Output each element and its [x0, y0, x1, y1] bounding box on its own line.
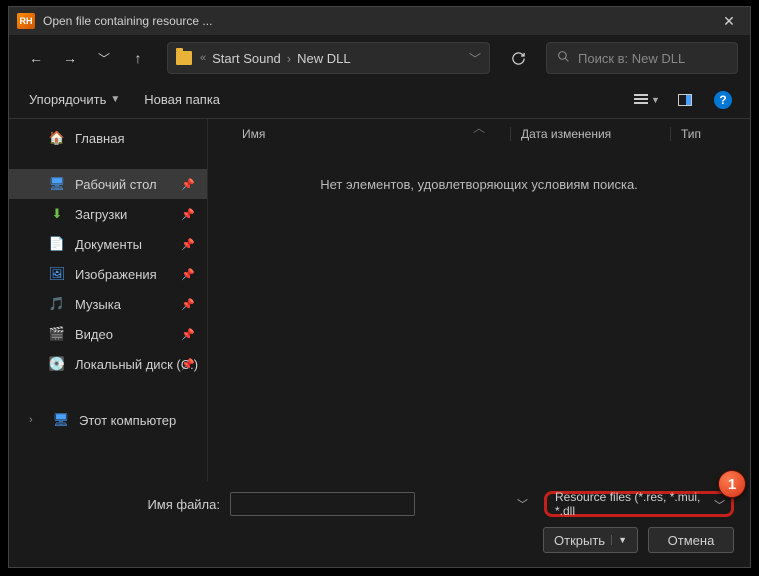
home-icon: 🏠	[49, 130, 65, 146]
toolbar: Упорядочить▼ Новая папка ▼ ?	[9, 81, 750, 119]
sidebar-item-documents[interactable]: 📄 Документы 📌	[9, 229, 207, 259]
pin-icon: 📌	[181, 358, 195, 371]
chevron-down-icon[interactable]: ﹀	[517, 496, 528, 512]
computer-icon: 🖥	[53, 412, 69, 428]
up-button[interactable]: ↑	[123, 43, 153, 73]
search-icon	[557, 50, 570, 66]
column-header-type[interactable]: Тип	[670, 127, 750, 141]
column-header-date[interactable]: Дата изменения	[510, 127, 670, 141]
sidebar-item-music[interactable]: 🎵 Музыка 📌	[9, 289, 207, 319]
music-icon: 🎵	[49, 296, 65, 312]
close-button[interactable]: ✕	[708, 7, 750, 35]
chevron-right-icon: ›	[29, 414, 43, 426]
sidebar-item-label: Изображения	[75, 267, 157, 282]
sidebar-item-local-disk[interactable]: 💽 Локальный диск (C:) 📌	[9, 349, 207, 379]
new-folder-button[interactable]: Новая папка	[136, 86, 228, 114]
sidebar-item-label: Музыка	[75, 297, 121, 312]
organize-button[interactable]: Упорядочить▼	[21, 86, 128, 114]
pin-icon: 📌	[181, 268, 195, 281]
preview-pane-button[interactable]	[670, 86, 700, 114]
title-bar: RH Open file containing resource ... ✕	[9, 7, 750, 35]
downloads-icon: ⬇	[49, 206, 65, 222]
drive-icon: 💽	[49, 356, 65, 372]
search-placeholder: Поиск в: New DLL	[578, 51, 685, 66]
annotation-callout-1: 1	[718, 470, 746, 498]
pin-icon: 📌	[181, 238, 195, 251]
app-icon: RH	[17, 13, 35, 29]
sidebar-item-downloads[interactable]: ⬇ Загрузки 📌	[9, 199, 207, 229]
file-type-filter-dropdown[interactable]: Resource files (*.res, *.mui, *.dll ﹀	[544, 491, 734, 517]
window-title: Open file containing resource ...	[43, 14, 708, 28]
video-icon: 🎬	[49, 326, 65, 342]
empty-folder-message: Нет элементов, удовлетворяющих условиям …	[208, 149, 750, 220]
breadcrumb-separator: ›	[287, 51, 291, 66]
dialog-buttons: Открыть▼ Отмена	[25, 527, 734, 553]
pin-icon: 📌	[181, 328, 195, 341]
chevron-down-icon: ﹀	[714, 497, 725, 513]
open-button[interactable]: Открыть▼	[543, 527, 638, 553]
sidebar-item-label: Рабочий стол	[75, 177, 157, 192]
pictures-icon: 🖼	[49, 266, 65, 282]
view-mode-button[interactable]: ▼	[632, 86, 662, 114]
sidebar-item-desktop[interactable]: 🖥 Рабочий стол 📌	[9, 169, 207, 199]
filter-selected-label: Resource files (*.res, *.mui, *.dll	[555, 490, 711, 518]
open-file-dialog: RH Open file containing resource ... ✕ ←…	[8, 6, 751, 568]
footer: Имя файла: ﹀ Resource files (*.res, *.mu…	[9, 481, 750, 567]
sidebar-item-label: Главная	[75, 131, 124, 146]
address-dropdown-icon[interactable]: ﹀	[469, 50, 481, 67]
sidebar-item-video[interactable]: 🎬 Видео 📌	[9, 319, 207, 349]
sidebar-item-label: Загрузки	[75, 207, 127, 222]
pin-icon: 📌	[181, 178, 195, 191]
sidebar-item-label: Документы	[75, 237, 142, 252]
sidebar-item-home[interactable]: 🏠 Главная	[9, 123, 207, 153]
desktop-icon: 🖥	[49, 176, 65, 192]
pin-icon: 📌	[181, 298, 195, 311]
cancel-button[interactable]: Отмена	[648, 527, 734, 553]
breadcrumb-current[interactable]: New DLL	[297, 51, 350, 66]
sidebar-item-label: Этот компьютер	[79, 413, 176, 428]
forward-button[interactable]: →	[55, 43, 85, 73]
back-button[interactable]: ←	[21, 43, 51, 73]
sidebar-item-label: Видео	[75, 327, 113, 342]
pin-icon: 📌	[181, 208, 195, 221]
filename-row: Имя файла: ﹀ Resource files (*.res, *.mu…	[25, 491, 734, 517]
documents-icon: 📄	[49, 236, 65, 252]
sidebar: 🏠 Главная 🖥 Рабочий стол 📌 ⬇ Загрузки 📌 …	[9, 119, 208, 481]
preview-pane-icon	[678, 94, 692, 106]
body-area: 🏠 Главная 🖥 Рабочий стол 📌 ⬇ Загрузки 📌 …	[9, 119, 750, 481]
breadcrumb-parent[interactable]: Start Sound	[212, 51, 281, 66]
sidebar-item-this-pc[interactable]: › 🖥 Этот компьютер	[9, 405, 207, 435]
column-header-name[interactable]: Имя	[232, 127, 510, 141]
navigation-row: ← → ﹀ ↑ « Start Sound › New DLL ﹀ Поиск …	[9, 35, 750, 81]
sidebar-item-label: Локальный диск (C:)	[75, 357, 198, 372]
refresh-button[interactable]	[502, 42, 534, 74]
sidebar-item-pictures[interactable]: 🖼 Изображения 📌	[9, 259, 207, 289]
path-prefix-icon: «	[200, 52, 206, 64]
help-icon: ?	[714, 91, 732, 109]
filename-label: Имя файла:	[25, 497, 220, 512]
search-box[interactable]: Поиск в: New DLL	[546, 42, 738, 74]
list-view-icon	[634, 94, 648, 106]
file-list-area: ︿ Имя Дата изменения Тип Нет элементов, …	[208, 119, 750, 481]
filename-input[interactable]	[230, 492, 415, 516]
help-button[interactable]: ?	[708, 86, 738, 114]
address-bar[interactable]: « Start Sound › New DLL ﹀	[167, 42, 490, 74]
history-button[interactable]: ﹀	[89, 43, 119, 73]
folder-icon	[176, 51, 192, 65]
